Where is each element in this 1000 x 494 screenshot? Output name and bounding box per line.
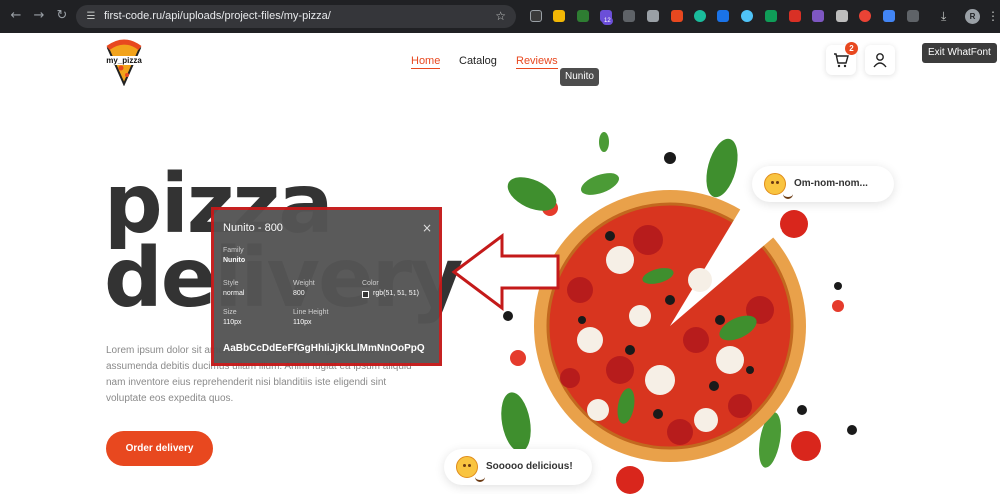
extension-check-icon[interactable] bbox=[647, 10, 659, 22]
nav-reviews[interactable]: Reviews bbox=[516, 55, 558, 69]
site-info-icon[interactable]: ☰ bbox=[84, 10, 98, 23]
extension-d-icon[interactable] bbox=[812, 10, 824, 22]
nav-home[interactable]: Home bbox=[411, 55, 441, 69]
browser-menu-icon[interactable]: ⋮ bbox=[987, 8, 999, 24]
font-sample-text: AaBbCcDdEeFfGgHhIiJjKkLlMmNnOoPpQ bbox=[223, 343, 425, 354]
size-value: 110px bbox=[223, 319, 242, 326]
review-text: Om-nom-nom... bbox=[794, 178, 868, 189]
extension-lens-icon[interactable] bbox=[741, 10, 753, 22]
extension-notes-icon[interactable] bbox=[553, 10, 565, 22]
browser-toolbar: ← → ↻ ☰ first-code.ru/api/uploads/projec… bbox=[0, 0, 1000, 33]
extension-badge: 12 bbox=[602, 17, 613, 25]
extension-orange-icon[interactable] bbox=[671, 10, 683, 22]
exit-whatfont-button[interactable]: Exit WhatFont bbox=[922, 43, 997, 63]
weight-label: Weight bbox=[293, 280, 315, 287]
user-icon bbox=[873, 53, 887, 68]
order-delivery-button[interactable]: Order delivery bbox=[106, 431, 213, 466]
forward-icon[interactable]: → bbox=[31, 8, 47, 24]
whatfont-panel: Nunito - 800 × Family Nunito Style norma… bbox=[211, 207, 442, 366]
color-swatch bbox=[362, 291, 369, 298]
color-value: rgb(51, 51, 51) bbox=[373, 290, 419, 297]
size-label: Size bbox=[223, 309, 237, 316]
cart-count-badge: 2 bbox=[845, 42, 858, 55]
extension-green-icon[interactable] bbox=[765, 10, 777, 22]
review-bubble: Om-nom-nom... bbox=[752, 166, 894, 202]
url-text[interactable]: first-code.ru/api/uploads/project-files/… bbox=[104, 10, 331, 23]
extension-w-icon[interactable] bbox=[836, 10, 848, 22]
review-bubble: Sooooo delicious! bbox=[444, 449, 592, 485]
font-name-title: Nunito - 800 bbox=[223, 222, 283, 234]
bookmark-star-icon[interactable]: ☆ bbox=[495, 9, 506, 23]
style-label: Style bbox=[223, 280, 239, 287]
style-value: normal bbox=[223, 290, 245, 297]
extension-red-icon[interactable] bbox=[789, 10, 801, 22]
extension-page-icon[interactable] bbox=[883, 10, 895, 22]
yum-face-icon bbox=[764, 173, 793, 199]
account-button[interactable] bbox=[865, 45, 895, 75]
extension-fx-icon[interactable] bbox=[530, 10, 542, 22]
reload-icon[interactable]: ↻ bbox=[54, 8, 70, 24]
extensions-puzzle-icon[interactable] bbox=[907, 10, 919, 22]
annotation-arrow-icon bbox=[451, 233, 560, 311]
color-label: Color bbox=[362, 280, 379, 287]
font-hover-tooltip: Nunito bbox=[560, 68, 599, 86]
family-label: Family bbox=[223, 247, 244, 254]
cart-icon bbox=[834, 53, 849, 68]
extension-color-icon[interactable] bbox=[859, 10, 871, 22]
nav-catalog[interactable]: Catalog bbox=[459, 55, 497, 68]
happy-face-icon bbox=[456, 456, 485, 482]
back-icon[interactable]: ← bbox=[8, 8, 24, 24]
line-height-value: 110px bbox=[293, 319, 312, 326]
download-icon[interactable]: ⤓ bbox=[941, 9, 946, 23]
line-height-label: Line Height bbox=[293, 309, 329, 316]
extension-blue-icon[interactable] bbox=[717, 10, 729, 22]
review-text: Sooooo delicious! bbox=[486, 461, 573, 472]
profile-avatar[interactable]: R bbox=[965, 9, 980, 24]
extension-teal-icon[interactable] bbox=[694, 10, 706, 22]
extension-sheet-icon[interactable] bbox=[577, 10, 589, 22]
family-value: Nunito bbox=[223, 257, 246, 264]
address-bar[interactable]: ☰ first-code.ru/api/uploads/project-file… bbox=[76, 5, 516, 28]
close-icon[interactable]: × bbox=[422, 221, 432, 235]
extension-print-icon[interactable] bbox=[623, 10, 635, 22]
logo-text[interactable]: my_pizza bbox=[104, 56, 144, 65]
weight-value: 800 bbox=[293, 290, 305, 297]
